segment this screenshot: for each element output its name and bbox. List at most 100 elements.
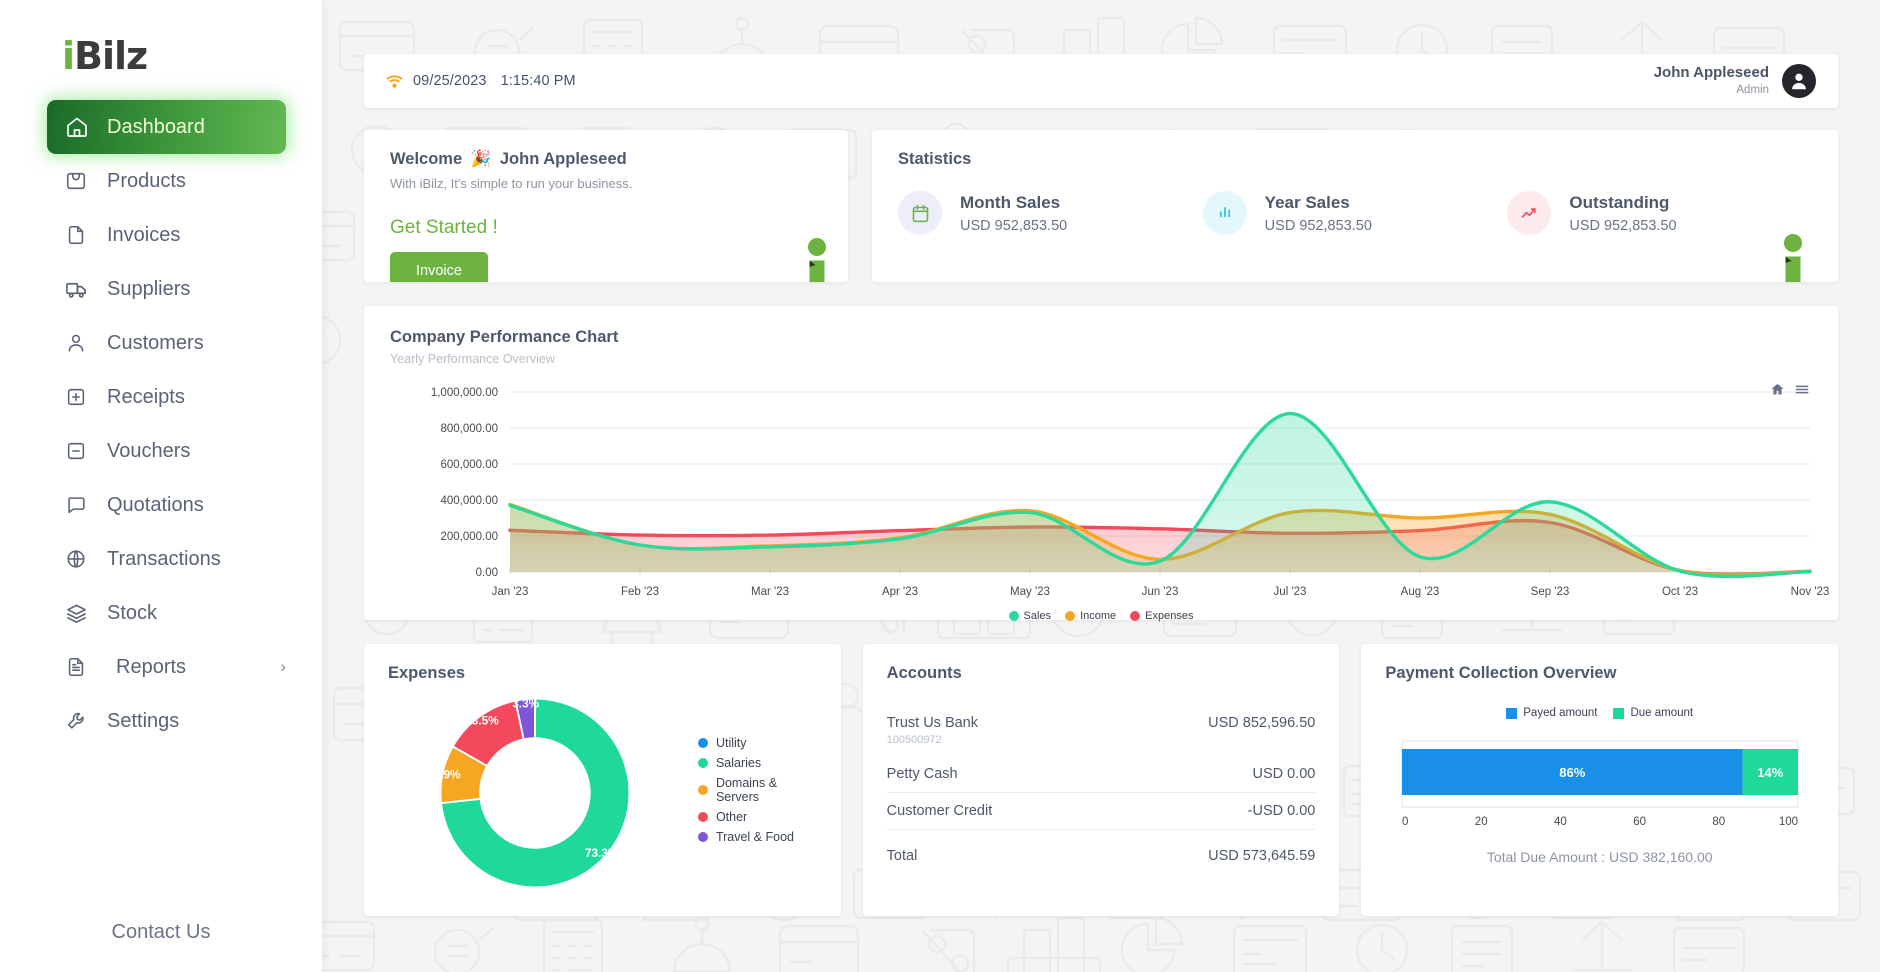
truck-icon	[65, 278, 99, 301]
sidebar-item-label: Products	[107, 169, 186, 192]
stat-label: Month Sales	[960, 192, 1061, 212]
stat-text: Year Sales USD 952,853.50	[1265, 193, 1372, 234]
sidebar-item-dashboard[interactable]: Dashboard	[47, 100, 286, 154]
legend-item[interactable]: Income	[1065, 610, 1116, 622]
plus-square-icon	[65, 386, 99, 408]
performance-chart-title: Company Performance Chart	[390, 328, 619, 346]
sidebar: iBilz Dashboard Products Invoices Suppli…	[0, 0, 322, 972]
x-tick-label: 40	[1554, 816, 1567, 828]
sidebar-item-label: Stock	[107, 601, 158, 624]
sidebar-item-label: Transactions	[107, 547, 221, 570]
hamburger-menu-icon[interactable]	[1794, 382, 1810, 397]
stat-label: Year Sales	[1264, 192, 1350, 212]
legend-item[interactable]: Sales	[1008, 610, 1051, 622]
bottom-row: Expenses 73.3% 9.9% 13.5% 3.3% Utility Salar…	[364, 644, 1839, 916]
party-popper-icon: 🎉	[470, 150, 492, 168]
x-tick-label: 80	[1712, 816, 1725, 828]
user-role: Admin	[1736, 84, 1769, 97]
payment-collection-legend: Payed amount Due amount	[1385, 707, 1814, 719]
accounts-card: Accounts Trust Us Bank 100500972 USD 852…	[862, 644, 1340, 916]
wifi-icon	[386, 74, 403, 88]
x-tick-label: 0	[1402, 816, 1408, 828]
donut-slice-label: 73.3%	[585, 846, 619, 860]
summary-row: Welcome 🎉 John Appleseed With iBilz, It'…	[364, 130, 1838, 282]
sidebar-item-reports[interactable]: Reports ›	[47, 640, 286, 694]
sidebar-item-transactions[interactable]: Transactions	[47, 532, 286, 586]
stat-label: Outstanding	[1569, 192, 1670, 212]
sidebar-item-stock[interactable]: Stock	[47, 586, 286, 640]
account-name: Petty Cash	[886, 766, 958, 782]
legend-dot	[1008, 611, 1019, 621]
sidebar-item-settings[interactable]: Settings	[47, 694, 286, 748]
x-tick-label: 60	[1633, 816, 1646, 828]
legend-item[interactable]: Salaries	[697, 756, 817, 770]
sidebar-item-label: Receipts	[107, 385, 185, 408]
account-name-block: Petty Cash	[887, 766, 958, 782]
sidebar-item-label: Vouchers	[107, 439, 191, 462]
sidebar-item-receipts[interactable]: Receipts	[47, 370, 286, 424]
sidebar-item-label: Dashboard	[107, 115, 205, 138]
legend-swatch	[1613, 707, 1625, 719]
x-tick-label: Mar '23	[751, 586, 789, 598]
sidebar-item-quotations[interactable]: Quotations	[47, 478, 286, 532]
logo-rest: Bilz	[74, 34, 148, 78]
expenses-title: Expenses	[388, 664, 466, 682]
sidebar-item-suppliers[interactable]: Suppliers	[47, 262, 286, 316]
chevron-right-icon[interactable]: ›	[280, 657, 286, 677]
legend-item[interactable]: Other	[697, 810, 817, 824]
bar-chart-icon	[1202, 191, 1247, 235]
account-name: Total	[886, 848, 918, 864]
performance-chart-subtitle: Yearly Performance Overview	[390, 352, 555, 366]
y-tick-label: 200,000.00	[440, 531, 498, 543]
legend-item[interactable]: Expenses	[1130, 610, 1193, 622]
expenses-card: Expenses 73.3% 9.9% 13.5% 3.3% Utility Salar…	[364, 644, 841, 916]
main-content: 09/25/2023 1:15:40 PM John Appleseed Adm…	[322, 0, 1880, 972]
stat-value: USD 952,853.50	[1264, 217, 1372, 234]
legend-dot	[697, 758, 708, 768]
sidebar-item-customers[interactable]: Customers	[47, 316, 286, 370]
donut-slice-label: 3.3%	[512, 697, 539, 711]
sidebar-item-vouchers[interactable]: Vouchers	[47, 424, 286, 478]
legend-label: Salaries	[715, 756, 762, 770]
sidebar-item-products[interactable]: Products	[47, 154, 286, 208]
x-tick-label: Nov '23	[1790, 586, 1830, 598]
home-icon[interactable]	[1770, 382, 1785, 397]
bar-value-label: 14%	[1757, 765, 1783, 780]
account-row: Trust Us Bank 100500972 USD 852,596.50	[887, 705, 1316, 756]
legend-label: Due amount	[1630, 707, 1694, 719]
x-tick-label: Jul '23	[1273, 586, 1307, 598]
app-logo: iBilz	[62, 34, 322, 78]
sidebar-nav: Dashboard Products Invoices Suppliers Cu…	[0, 100, 322, 748]
legend-label: Payed amount	[1523, 707, 1598, 719]
legend-item[interactable]: Travel & Food	[697, 830, 817, 844]
welcome-card: Welcome 🎉 John Appleseed With iBilz, It'…	[364, 130, 848, 282]
legend-dot	[697, 832, 708, 842]
user-profile[interactable]: John Appleseed Admin	[1654, 64, 1816, 98]
expenses-donut-chart: 73.3% 9.9% 13.5% 3.3%	[434, 697, 631, 889]
legend-item[interactable]: Payed amount	[1506, 707, 1597, 719]
avatar[interactable]	[1782, 64, 1816, 98]
legend-item[interactable]: Utility	[697, 736, 817, 750]
legend-item[interactable]: Domains & Servers	[697, 776, 817, 804]
expenses-donut-wrap: 73.3% 9.9% 13.5% 3.3% Utility Salaries Domain…	[388, 683, 817, 903]
legend-dot	[697, 738, 708, 748]
statistics-card: Statistics Month Sales USD 952,853.50 Ye…	[872, 130, 1838, 282]
accounts-title: Accounts	[886, 664, 962, 682]
performance-chart-legend: Sales Income Expenses	[390, 610, 1812, 622]
y-tick-label: 400,000.00	[440, 495, 498, 507]
legend-item[interactable]: Due amount	[1613, 707, 1693, 719]
legend-dot	[697, 812, 708, 822]
account-number: 100500972	[886, 734, 942, 746]
sidebar-item-invoices[interactable]: Invoices	[47, 208, 286, 262]
calendar-icon	[898, 191, 942, 235]
current-time: 1:15:40 PM	[500, 73, 576, 89]
sidebar-item-label: Invoices	[107, 223, 181, 246]
legend-label: Other	[715, 810, 748, 824]
sidebar-item-label: Settings	[107, 709, 180, 732]
stat-month-sales: Month Sales USD 952,853.50	[898, 191, 1203, 235]
invoice-button[interactable]: Invoice	[390, 252, 488, 282]
x-tick-label: May '23	[1010, 586, 1050, 598]
performance-x-axis: Jan '23 Feb '23 Mar '23 Apr '23 May '23 Jun '…	[390, 586, 1830, 604]
contact-us-link[interactable]: Contact Us	[0, 921, 322, 944]
statistics-grid: Month Sales USD 952,853.50 Year Sales US…	[898, 191, 1812, 235]
